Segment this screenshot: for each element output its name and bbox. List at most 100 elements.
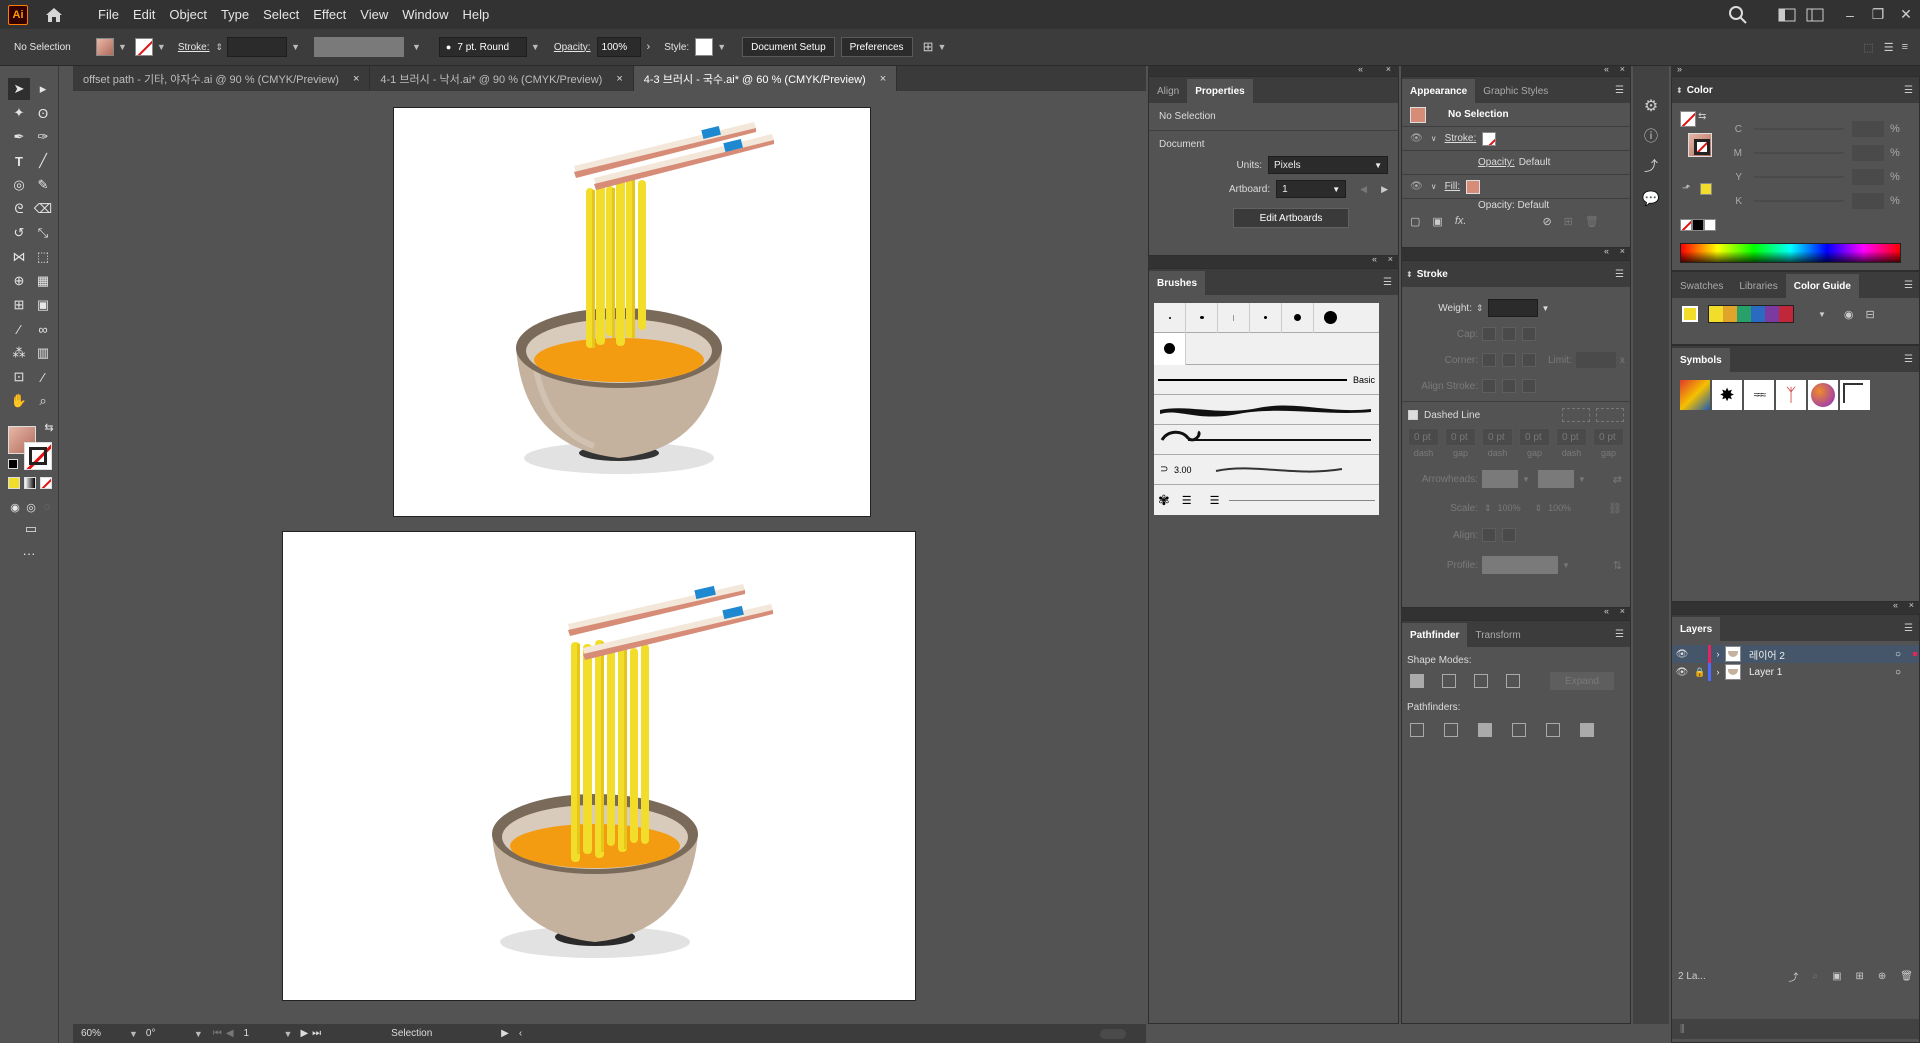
symbol-corner[interactable] bbox=[1840, 380, 1870, 410]
stroke-opacity-row[interactable]: Opacity: Default bbox=[1402, 151, 1630, 175]
align-icon[interactable]: ⊞ bbox=[923, 39, 934, 55]
chevron-down-icon[interactable]: ▼ bbox=[291, 42, 300, 52]
symbol-ribbon[interactable]: ᛉ bbox=[1776, 380, 1806, 410]
stroke-label[interactable]: Stroke: bbox=[178, 42, 210, 53]
gradient-tool-icon[interactable]: ▣ bbox=[32, 294, 54, 316]
line-tool-icon[interactable]: ╱ bbox=[32, 150, 54, 172]
tab-appearance[interactable]: Appearance bbox=[1402, 79, 1476, 103]
locate-object-icon[interactable]: ⌕ bbox=[1812, 971, 1818, 982]
link-scale-icon[interactable]: ⛓ bbox=[1608, 502, 1622, 515]
harmony-colors[interactable] bbox=[1708, 305, 1794, 323]
perspective-grid-icon[interactable]: ▦ bbox=[32, 270, 54, 292]
artboard-tool-icon[interactable]: ⊡ bbox=[8, 366, 30, 388]
close-icon[interactable]: × bbox=[1620, 246, 1625, 256]
new-sublayer-icon[interactable]: ⊞ bbox=[1856, 971, 1864, 982]
trim-icon[interactable] bbox=[1444, 723, 1458, 737]
white-color-swatch[interactable] bbox=[1704, 219, 1716, 231]
divide-icon[interactable] bbox=[1410, 723, 1424, 737]
panel-menu-icon[interactable]: ☰ bbox=[1904, 280, 1913, 291]
panel-menu-icon[interactable]: ☰ bbox=[1615, 629, 1624, 640]
document-setup-button[interactable]: Document Setup bbox=[742, 37, 835, 57]
collapse-icon[interactable]: « bbox=[1604, 606, 1609, 616]
close-icon[interactable]: × bbox=[616, 73, 622, 85]
horizontal-scrollbar[interactable] bbox=[1100, 1028, 1126, 1039]
opacity-label[interactable]: Opacity: bbox=[1478, 157, 1515, 168]
tab-transform[interactable]: Transform bbox=[1467, 623, 1528, 647]
brush-swatch[interactable] bbox=[1314, 303, 1346, 333]
flip-profile-icon[interactable]: ⇅ bbox=[1613, 559, 1622, 572]
brush-swatch[interactable] bbox=[1282, 302, 1314, 333]
collapse-icon[interactable]: « bbox=[1893, 600, 1898, 610]
stepper-icon[interactable]: ⇕ bbox=[216, 42, 224, 53]
stroke-label[interactable]: Stroke: bbox=[1445, 133, 1477, 144]
direct-selection-tool-icon[interactable]: ▸ bbox=[32, 78, 54, 100]
end-arrowhead-dropdown[interactable] bbox=[1537, 470, 1574, 488]
comments-icon[interactable]: 💬 bbox=[1633, 190, 1669, 207]
layer-name[interactable]: 레이어 2 bbox=[1749, 647, 1785, 662]
prev-artboard-icon[interactable]: ◀ bbox=[1360, 184, 1367, 195]
chevron-down-icon[interactable]: ▼ bbox=[1562, 561, 1570, 570]
chevron-down-icon[interactable]: ∨ bbox=[1431, 134, 1437, 143]
color-wheel-icon[interactable]: ◉ bbox=[1844, 308, 1854, 321]
tab-align[interactable]: Align bbox=[1149, 79, 1187, 103]
collapse-icon[interactable]: « bbox=[1358, 64, 1363, 74]
brush-swatch[interactable] bbox=[1154, 302, 1186, 333]
chevron-down-icon[interactable]: ▼ bbox=[531, 42, 540, 52]
chevron-right-icon[interactable]: ▶ bbox=[501, 1028, 509, 1039]
chevron-down-icon[interactable]: ▼ bbox=[1578, 475, 1586, 484]
round-cap-icon[interactable] bbox=[1502, 327, 1516, 341]
delete-icon[interactable]: 🗑 bbox=[1585, 215, 1599, 228]
scale-tool-icon[interactable]: ⤡ bbox=[32, 222, 54, 244]
brush-definition[interactable]: ● 7 pt. Round bbox=[438, 37, 527, 57]
visibility-eye-icon[interactable]: 👁 bbox=[1672, 667, 1692, 678]
selection-tool-icon[interactable]: ➤ bbox=[8, 78, 30, 100]
symbol-splat[interactable]: ✸ bbox=[1712, 380, 1742, 410]
curvature-tool-icon[interactable]: ✑ bbox=[32, 126, 54, 148]
outline-icon[interactable] bbox=[1546, 723, 1560, 737]
color-mode-icon[interactable] bbox=[8, 477, 20, 489]
swap-arrowheads-icon[interactable]: ⇄ bbox=[1613, 473, 1622, 486]
limit-input[interactable] bbox=[1575, 352, 1616, 368]
stroke-panel-title[interactable]: Stroke bbox=[1417, 269, 1448, 280]
black-input[interactable] bbox=[1852, 193, 1884, 209]
profile-dropdown[interactable] bbox=[1482, 556, 1558, 574]
fill-swatch[interactable] bbox=[1466, 179, 1481, 194]
tab-brushes[interactable]: Brushes bbox=[1149, 271, 1206, 295]
panel-menu-icon[interactable]: ☰ bbox=[1615, 85, 1624, 96]
make-clipping-mask-icon[interactable]: ▣ bbox=[1832, 971, 1841, 982]
preferences-button[interactable]: Preferences bbox=[840, 37, 913, 57]
none-mode-icon[interactable] bbox=[40, 477, 52, 489]
new-layer-icon[interactable]: ⊕ bbox=[1878, 971, 1886, 982]
save-group-icon[interactable]: ⊟ bbox=[1866, 308, 1875, 321]
close-icon[interactable]: × bbox=[1388, 254, 1393, 264]
color-stroke-indicator[interactable] bbox=[1694, 139, 1710, 155]
chevron-down-icon[interactable]: ▼ bbox=[717, 42, 726, 52]
last-color-swatch[interactable] bbox=[1700, 183, 1712, 195]
mesh-tool-icon[interactable]: ⊞ bbox=[8, 294, 30, 316]
zoom-tool-icon[interactable]: ⌕ bbox=[32, 390, 54, 412]
artboard-2[interactable] bbox=[282, 531, 916, 1001]
cyan-input[interactable] bbox=[1852, 121, 1884, 137]
panel-menu-icon[interactable]: ☰ bbox=[1615, 269, 1624, 280]
chevron-down-icon[interactable]: ▼ bbox=[157, 42, 166, 52]
align-dashes-icon[interactable] bbox=[1596, 408, 1624, 422]
arrange-documents-icon[interactable] bbox=[1778, 8, 1796, 22]
rotate-tool-icon[interactable]: ↺ bbox=[8, 222, 30, 244]
chevron-down-icon[interactable]: ▼ bbox=[1522, 475, 1530, 484]
start-scale-value[interactable]: 100% bbox=[1498, 503, 1521, 513]
tab-pathfinder[interactable]: Pathfinder bbox=[1402, 623, 1468, 647]
close-icon[interactable]: ✕ bbox=[1892, 6, 1920, 23]
more-icon[interactable]: ≡ bbox=[1902, 41, 1908, 53]
rectangle-tool-icon[interactable]: ◎ bbox=[8, 174, 30, 196]
rotate-view[interactable]: 0° bbox=[146, 1028, 190, 1039]
color-panel-title[interactable]: Color bbox=[1687, 85, 1713, 96]
cyan-slider[interactable] bbox=[1754, 128, 1844, 130]
new-art-basic-icon[interactable]: ▢ bbox=[1410, 215, 1420, 228]
menu-edit[interactable]: Edit bbox=[129, 5, 159, 24]
swap-colors-icon[interactable]: ⇆ bbox=[1698, 111, 1706, 122]
symbol-grunge[interactable]: ≈≈≈ bbox=[1744, 380, 1774, 410]
color-spectrum[interactable] bbox=[1680, 243, 1901, 263]
round-join-icon[interactable] bbox=[1502, 353, 1516, 367]
menu-select[interactable]: Select bbox=[259, 5, 303, 24]
base-color-swatch[interactable] bbox=[1682, 306, 1698, 322]
